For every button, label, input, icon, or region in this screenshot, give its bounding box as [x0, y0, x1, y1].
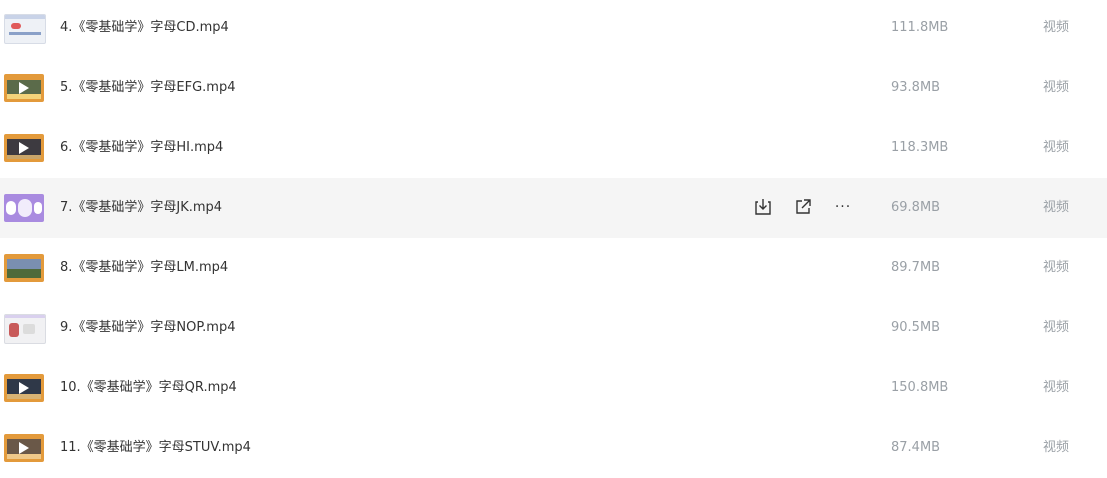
file-size: 89.7MB: [891, 260, 941, 275]
file-size: 93.8MB: [891, 80, 941, 95]
file-row[interactable]: 11.《零基础学》字母STUV.mp4 87.4MB 视频: [0, 418, 1107, 478]
download-icon[interactable]: [752, 196, 774, 218]
file-row[interactable]: 6.《零基础学》字母HI.mp4 118.3MB 视频: [0, 118, 1107, 178]
more-icon[interactable]: ···: [832, 196, 854, 218]
file-size: 69.8MB: [891, 200, 941, 215]
play-icon: [19, 82, 29, 94]
file-list: 4.《零基础学》字母CD.mp4 111.8MB 视频 5.《零基础学》字母EF…: [0, 0, 1107, 478]
file-type: 视频: [1043, 380, 1070, 395]
file-row[interactable]: 8.《零基础学》字母LM.mp4 89.7MB 视频: [0, 238, 1107, 298]
file-type: 视频: [1043, 20, 1070, 35]
file-row-hovered[interactable]: 7.《零基础学》字母JK.mp4 ··· 69.8MB 视频: [0, 178, 1107, 238]
file-size: 118.3MB: [891, 140, 949, 155]
video-thumbnail[interactable]: [4, 374, 44, 402]
file-row[interactable]: 5.《零基础学》字母EFG.mp4 93.8MB 视频: [0, 58, 1107, 118]
video-thumbnail[interactable]: [4, 434, 44, 462]
file-row[interactable]: 4.《零基础学》字母CD.mp4 111.8MB 视频: [0, 0, 1107, 58]
file-name[interactable]: 10.《零基础学》字母QR.mp4: [60, 378, 237, 398]
video-thumbnail[interactable]: [4, 134, 44, 162]
file-type: 视频: [1043, 140, 1070, 155]
play-icon: [19, 142, 29, 154]
file-size: 150.8MB: [891, 380, 949, 395]
file-row[interactable]: 10.《零基础学》字母QR.mp4 150.8MB 视频: [0, 358, 1107, 418]
file-type: 视频: [1043, 80, 1070, 95]
file-name[interactable]: 6.《零基础学》字母HI.mp4: [60, 138, 223, 158]
play-icon: [19, 442, 29, 454]
video-thumbnail[interactable]: [4, 194, 44, 222]
file-name[interactable]: 11.《零基础学》字母STUV.mp4: [60, 438, 251, 458]
file-name[interactable]: 5.《零基础学》字母EFG.mp4: [60, 78, 236, 98]
file-type: 视频: [1043, 260, 1070, 275]
file-row[interactable]: 9.《零基础学》字母NOP.mp4 90.5MB 视频: [0, 298, 1107, 358]
play-icon: [19, 382, 29, 394]
video-thumbnail[interactable]: [4, 254, 44, 282]
file-type: 视频: [1043, 440, 1070, 455]
file-size: 90.5MB: [891, 320, 941, 335]
file-type: 视频: [1043, 320, 1070, 335]
file-size: 111.8MB: [891, 20, 949, 35]
video-thumbnail[interactable]: [4, 74, 44, 102]
file-name[interactable]: 9.《零基础学》字母NOP.mp4: [60, 318, 236, 338]
file-type: 视频: [1043, 200, 1070, 215]
file-size: 87.4MB: [891, 440, 941, 455]
video-thumbnail[interactable]: [4, 314, 46, 344]
video-thumbnail[interactable]: [4, 14, 46, 44]
file-name[interactable]: 4.《零基础学》字母CD.mp4: [60, 18, 229, 38]
file-name[interactable]: 7.《零基础学》字母JK.mp4: [60, 198, 222, 218]
share-icon[interactable]: [792, 196, 814, 218]
file-name[interactable]: 8.《零基础学》字母LM.mp4: [60, 258, 228, 278]
